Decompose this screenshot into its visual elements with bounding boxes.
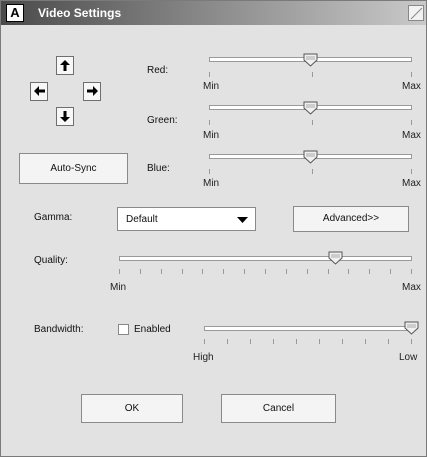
quality-slider-tick bbox=[244, 269, 245, 274]
quality-slider-tick bbox=[265, 269, 266, 274]
auto-sync-button[interactable]: Auto-Sync bbox=[19, 153, 128, 184]
red-slider-tick bbox=[209, 72, 210, 77]
ok-button[interactable]: OK bbox=[81, 394, 183, 423]
quality-slider-thumb[interactable] bbox=[328, 251, 343, 265]
close-icon[interactable] bbox=[408, 5, 424, 21]
bandwidth-slider-tick bbox=[388, 339, 389, 344]
bandwidth-enabled-label: Enabled bbox=[134, 324, 171, 335]
right-arrow-icon bbox=[87, 86, 98, 96]
red-slider-tick bbox=[312, 72, 313, 77]
gamma-label: Gamma: bbox=[34, 212, 73, 223]
green-min-label: Min bbox=[203, 130, 220, 141]
red-slider-thumb[interactable] bbox=[303, 53, 318, 67]
green-label: Green: bbox=[147, 115, 178, 126]
quality-label: Quality: bbox=[34, 255, 68, 266]
cancel-button[interactable]: Cancel bbox=[221, 394, 336, 423]
quality-slider-tick bbox=[348, 269, 349, 274]
blue-min-label: Min bbox=[203, 178, 220, 189]
bandwidth-slider-tick bbox=[296, 339, 297, 344]
quality-slider-track[interactable] bbox=[119, 256, 412, 261]
quality-slider-tick bbox=[307, 269, 308, 274]
gamma-selected-value: Default bbox=[126, 214, 158, 225]
quality-slider-tick bbox=[286, 269, 287, 274]
move-right-button[interactable] bbox=[83, 82, 101, 101]
blue-max-label: Max bbox=[402, 178, 421, 189]
down-arrow-icon bbox=[60, 111, 70, 122]
bandwidth-low-label: Low bbox=[399, 352, 418, 363]
bandwidth-enabled-checkbox[interactable] bbox=[118, 324, 129, 335]
window-title: Video Settings bbox=[38, 6, 122, 20]
quality-slider-tick bbox=[369, 269, 370, 274]
blue-label: Blue: bbox=[147, 163, 170, 174]
quality-slider-tick bbox=[119, 269, 120, 274]
green-slider-tick bbox=[209, 120, 210, 125]
quality-slider-tick bbox=[202, 269, 203, 274]
bandwidth-slider-tick bbox=[411, 339, 412, 344]
bandwidth-label: Bandwidth: bbox=[34, 324, 84, 335]
blue-slider-tick bbox=[209, 169, 210, 174]
green-slider-thumb[interactable] bbox=[303, 101, 318, 115]
move-up-button[interactable] bbox=[56, 56, 74, 75]
blue-slider-tick bbox=[312, 169, 313, 174]
quality-slider-tick bbox=[390, 269, 391, 274]
bandwidth-slider-track[interactable] bbox=[204, 326, 412, 331]
left-arrow-icon bbox=[34, 86, 45, 96]
red-label: Red: bbox=[147, 65, 169, 76]
red-min-label: Min bbox=[203, 81, 220, 92]
gamma-dropdown[interactable]: Default bbox=[117, 207, 256, 231]
quality-min-label: Min bbox=[110, 282, 127, 293]
bandwidth-slider-tick bbox=[204, 339, 205, 344]
green-slider-tick bbox=[312, 120, 313, 125]
quality-max-label: Max bbox=[402, 282, 421, 293]
title-bar[interactable]: A Video Settings bbox=[1, 1, 426, 25]
video-settings-window: A Video Settings Auto-Sync Red: Min Max … bbox=[0, 0, 427, 457]
advanced-button[interactable]: Advanced>> bbox=[293, 206, 409, 232]
green-slider-tick bbox=[411, 120, 412, 125]
blue-slider-thumb[interactable] bbox=[303, 150, 318, 164]
quality-slider-tick bbox=[328, 269, 329, 274]
bandwidth-slider-tick bbox=[365, 339, 366, 344]
blue-slider-tick bbox=[411, 169, 412, 174]
quality-slider-tick bbox=[182, 269, 183, 274]
bandwidth-slider-tick bbox=[273, 339, 274, 344]
green-max-label: Max bbox=[402, 130, 421, 141]
bandwidth-slider-tick bbox=[319, 339, 320, 344]
red-max-label: Max bbox=[402, 81, 421, 92]
dropdown-arrow-icon bbox=[237, 217, 248, 223]
bandwidth-slider-tick bbox=[227, 339, 228, 344]
bandwidth-high-label: High bbox=[193, 352, 214, 363]
bandwidth-slider-thumb[interactable] bbox=[404, 321, 419, 335]
bandwidth-slider-tick bbox=[250, 339, 251, 344]
quality-slider-tick bbox=[140, 269, 141, 274]
move-down-button[interactable] bbox=[56, 107, 74, 126]
app-logo-icon: A bbox=[7, 5, 23, 21]
bandwidth-slider-tick bbox=[342, 339, 343, 344]
up-arrow-icon bbox=[60, 60, 70, 71]
quality-slider-tick bbox=[411, 269, 412, 274]
red-slider-tick bbox=[411, 72, 412, 77]
quality-slider-tick bbox=[223, 269, 224, 274]
quality-slider-tick bbox=[161, 269, 162, 274]
move-left-button[interactable] bbox=[30, 82, 48, 101]
